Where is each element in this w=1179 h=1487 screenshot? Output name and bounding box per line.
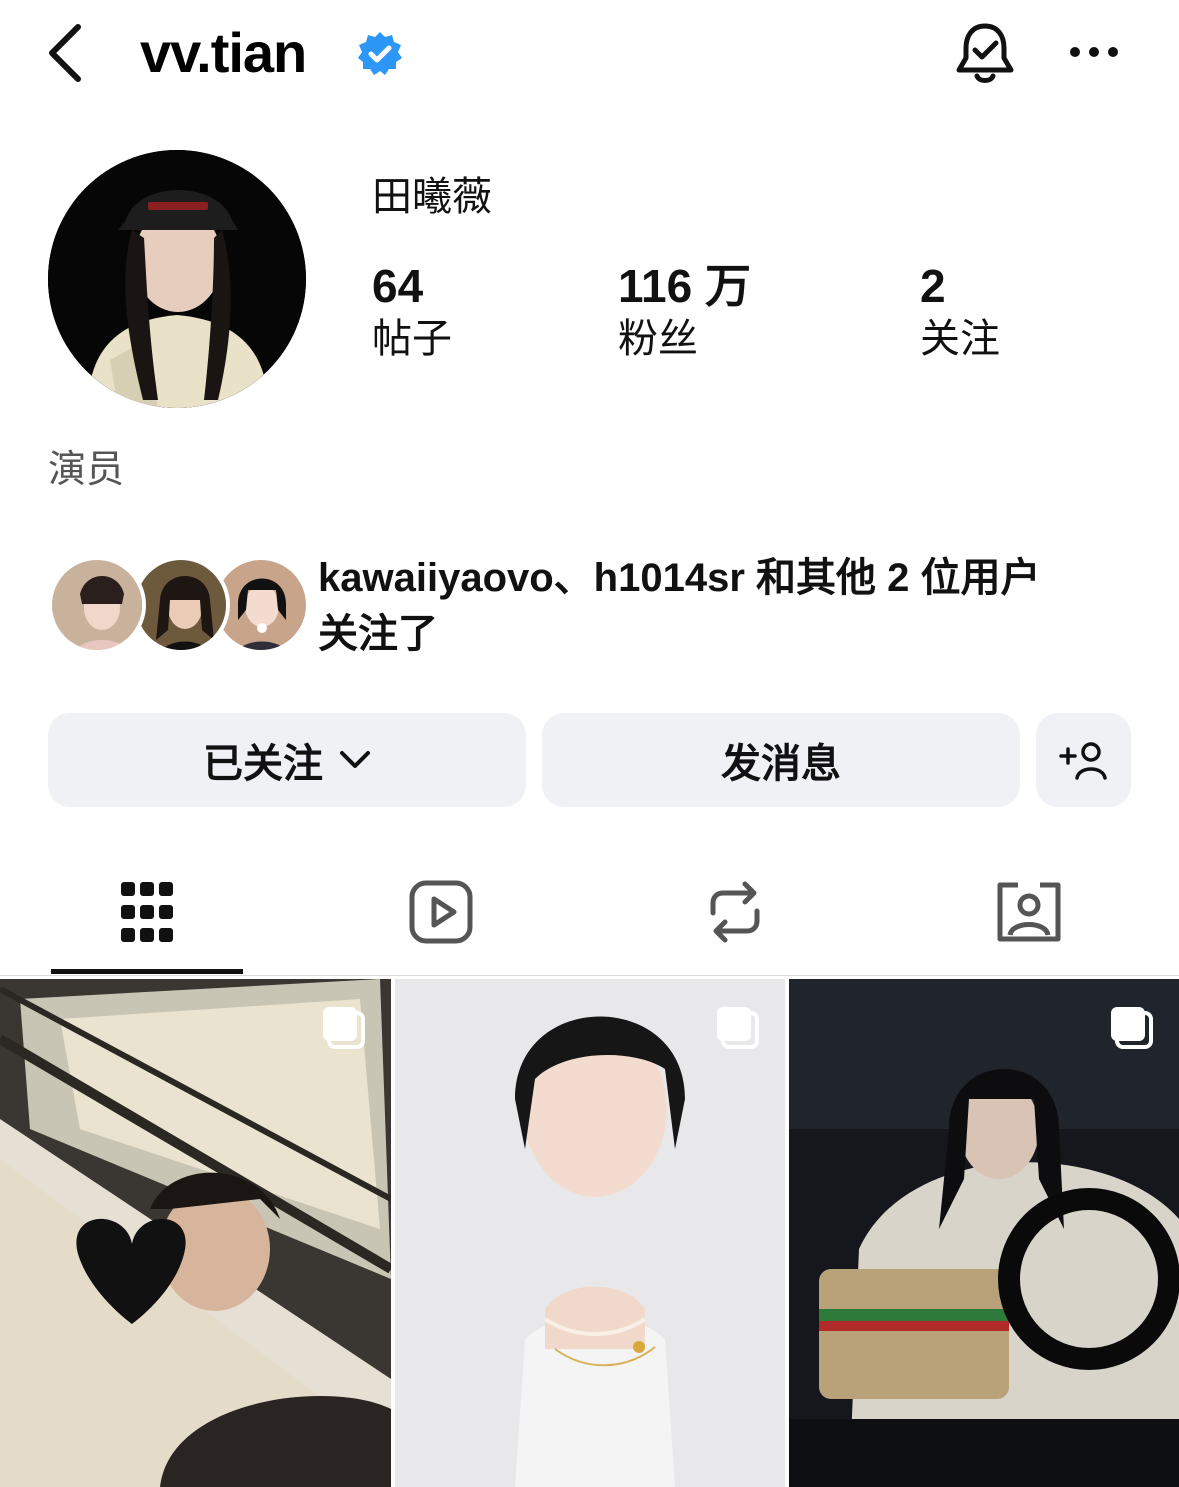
back-arrow-icon: [49, 24, 81, 82]
verified-badge-icon: [358, 32, 402, 75]
posts-grid: [0, 979, 1179, 1487]
multiple-photos-icon: [717, 1007, 759, 1049]
message-button-label: 发消息: [721, 742, 841, 786]
profile-display-name: 田曦薇: [372, 175, 492, 219]
tab-tagged[interactable]: [882, 848, 1176, 976]
post-thumbnail[interactable]: [0, 979, 391, 1487]
more-options-icon: [1070, 47, 1118, 57]
stat-posts-label: 帖子: [372, 317, 452, 361]
more-options-button[interactable]: [1066, 30, 1122, 74]
notification-bell-button[interactable]: [950, 16, 1020, 88]
top-bar: vv.tian: [0, 0, 1179, 110]
tagged-icon: [997, 882, 1061, 942]
tab-posts-grid[interactable]: [0, 848, 294, 976]
reposts-icon: [710, 881, 760, 943]
multiple-photos-icon: [1111, 1007, 1153, 1049]
post-thumbnail[interactable]: [395, 979, 785, 1487]
post-image: [395, 979, 785, 1487]
profile-avatar[interactable]: [48, 150, 306, 408]
tab-reels[interactable]: [294, 848, 588, 976]
mutual-avatar-photo: [136, 560, 226, 650]
stat-posts[interactable]: 64 帖子: [372, 258, 452, 364]
following-button[interactable]: 已关注: [48, 713, 526, 807]
chevron-down-icon: [340, 751, 370, 768]
stat-following-count: 2: [920, 260, 946, 312]
stat-following[interactable]: 2 关注: [920, 258, 1000, 364]
post-thumbnail[interactable]: [789, 979, 1179, 1487]
notification-bell-icon: [956, 23, 1014, 83]
tab-reposts[interactable]: [588, 848, 882, 976]
mutual-followers-line1: kawaiiyaovo、h1014sr 和其他 2 位用户: [318, 556, 1041, 600]
stat-followers-count: 116 万: [618, 260, 751, 312]
mutual-avatar: [48, 556, 146, 654]
mutual-follower-avatars[interactable]: [48, 556, 310, 656]
grid-icon: [121, 882, 173, 942]
content-tabs: [0, 848, 1179, 976]
multiple-photos-icon: [323, 1007, 365, 1049]
add-user-icon: [1058, 742, 1107, 780]
following-button-label: 已关注: [203, 742, 323, 786]
reels-icon: [409, 880, 473, 944]
post-image: [789, 979, 1179, 1487]
profile-username: vv.tian: [140, 21, 307, 84]
mutual-avatar-photo: [52, 560, 142, 650]
mutual-avatar: [132, 556, 230, 654]
post-image: [0, 979, 391, 1487]
active-tab-indicator: [51, 969, 243, 974]
mutual-followers-text[interactable]: kawaiiyaovo、h1014sr 和其他 2 位用户 关注了: [318, 550, 1138, 662]
mutual-followers-line2: 关注了: [318, 612, 438, 656]
stat-posts-count: 64: [372, 260, 424, 312]
stat-followers-label: 粉丝: [618, 317, 698, 361]
stat-following-label: 关注: [920, 317, 1000, 361]
message-button[interactable]: 发消息: [542, 713, 1020, 807]
stat-followers[interactable]: 116 万 粉丝: [618, 258, 751, 364]
avatar-photo: [48, 150, 306, 408]
mutual-avatar-photo: [216, 560, 306, 650]
back-button[interactable]: [34, 18, 94, 88]
add-user-button[interactable]: [1036, 713, 1131, 807]
profile-bio: 演员: [48, 449, 125, 491]
